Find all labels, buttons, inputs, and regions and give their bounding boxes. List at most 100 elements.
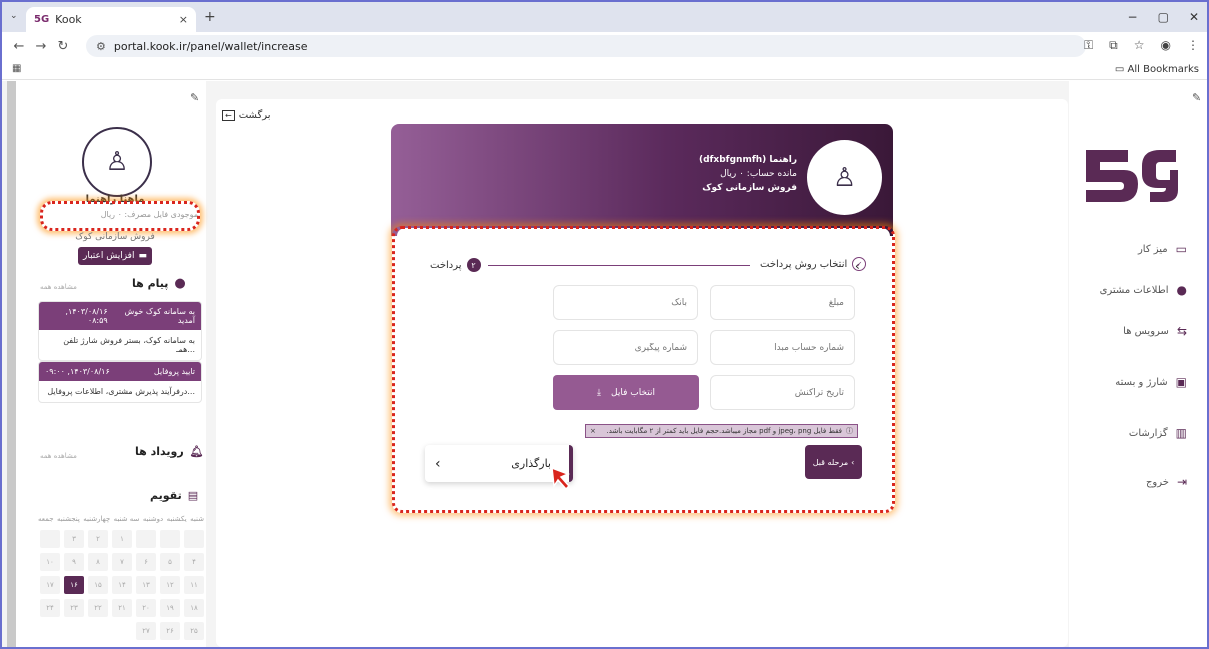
source-account-field[interactable] <box>710 330 855 365</box>
notice-text: فقط فایل jpeg، png و pdf مجاز میباشد.حجم… <box>606 427 842 435</box>
calendar-day[interactable]: ۲۷ <box>136 622 156 640</box>
bell-icon: 🔔︎ <box>189 445 204 458</box>
calendar-day[interactable]: ۱۳ <box>136 576 156 594</box>
site-settings-icon[interactable]: ⚙ <box>96 40 106 53</box>
events-see-all-link[interactable]: مشاهده همه <box>40 452 77 460</box>
message-card[interactable]: تایید پروفایل ۱۴۰۳/۰۸/۱۶, ۰۹:۰۰ درفرآیند … <box>38 361 202 403</box>
nav-item-charge[interactable]: ▣ شارژ و بسته <box>1115 375 1187 389</box>
upload-icon: ⤓ <box>597 387 601 398</box>
calendar-day[interactable]: ۱۱ <box>184 576 204 594</box>
url-field[interactable]: ⚙ portal.kook.ir/panel/wallet/increase <box>86 35 1086 57</box>
calendar-day[interactable]: ۲۰ <box>136 599 156 617</box>
calendar-day[interactable]: ۲۵ <box>184 622 204 640</box>
profile-company: فروش سازمانی کوک <box>702 183 797 193</box>
back-arrow-icon[interactable]: ← <box>8 39 30 54</box>
all-bookmarks-button[interactable]: ▭ All Bookmarks <box>1115 64 1199 75</box>
calendar-day[interactable]: ۲۱ <box>112 599 132 617</box>
bookmark-star-icon[interactable]: ☆ <box>1134 38 1145 53</box>
calendar-day[interactable]: ۹ <box>64 553 84 571</box>
messages-see-all-link[interactable]: مشاهده همه <box>40 283 77 291</box>
folder-icon: ▭ <box>1114 64 1128 75</box>
profile-avatar: ♙ <box>807 140 882 215</box>
choose-file-button[interactable]: ⤓ انتخاب فایل <box>553 375 699 410</box>
calendar-day[interactable]: ۱۰ <box>40 553 60 571</box>
calendar-day <box>184 530 204 548</box>
tab-list-button[interactable]: ⌄ <box>10 11 18 21</box>
address-bar: ← → ↻ ⚙ portal.kook.ir/panel/wallet/incr… <box>2 32 1207 60</box>
calendar-day[interactable]: ۱۷ <box>40 576 60 594</box>
check-icon: ✓ <box>852 257 867 271</box>
calendar-day[interactable]: ۲ <box>88 530 108 548</box>
logout-icon: ⇥ <box>1176 475 1187 489</box>
increase-credit-button[interactable]: افزایش اعتبار ▬ <box>78 247 152 265</box>
nav-item-desk[interactable]: ▭ میز کار <box>1138 242 1187 256</box>
calendar-day[interactable]: ۲۲ <box>88 599 108 617</box>
tab-bar: ⌄ 5G Kook × + − ▢ ✕ <box>2 2 1207 32</box>
calendar-day[interactable]: ۵ <box>160 553 180 571</box>
calendar-day[interactable]: ۱۵ <box>88 576 108 594</box>
amount-field[interactable] <box>710 285 855 320</box>
tab-close-icon[interactable]: × <box>179 13 188 26</box>
profile-icon[interactable]: ◉ <box>1161 38 1171 53</box>
apps-grid-icon[interactable]: ▦ <box>12 63 21 74</box>
forward-arrow-icon[interactable]: → <box>30 39 52 54</box>
choose-file-label: انتخاب فایل <box>611 387 655 398</box>
pin-icon[interactable]: ✎ <box>190 91 199 104</box>
calendar-day[interactable]: ۱۴ <box>112 576 132 594</box>
transaction-date-field[interactable] <box>710 375 855 410</box>
calendar-day[interactable]: ۱۸ <box>184 599 204 617</box>
new-tab-button[interactable]: + <box>204 9 216 25</box>
nav-item-customer-info[interactable]: ● اطلاعات مشتری <box>1100 283 1187 297</box>
bank-field[interactable] <box>553 285 698 320</box>
nav-item-logout[interactable]: ⇥ خروج <box>1146 475 1187 489</box>
mouse-cursor-icon <box>551 466 571 491</box>
close-window-button[interactable]: ✕ <box>1189 10 1199 24</box>
calendar-day[interactable]: ۲۳ <box>64 599 84 617</box>
events-title: رویداد ها <box>135 445 184 458</box>
calendar-day[interactable]: ۱۶ <box>64 576 84 594</box>
close-icon[interactable]: × <box>590 427 596 435</box>
pin-icon[interactable]: ✎ <box>1192 91 1201 104</box>
nav-item-services[interactable]: ⇆ سرویس ها <box>1123 324 1187 338</box>
calendar-day[interactable]: ۷ <box>112 553 132 571</box>
calendar-day[interactable]: ۴ <box>184 553 204 571</box>
upload-label: بارگذاری <box>511 457 551 470</box>
back-link[interactable]: ← برگشت <box>222 110 271 121</box>
chevron-left-icon[interactable]: ‹ <box>435 456 441 472</box>
calendar-day[interactable]: ۱ <box>112 530 132 548</box>
menu-dots-icon[interactable]: ⋮ <box>1187 38 1199 53</box>
minimize-button[interactable]: − <box>1128 10 1138 24</box>
nav-label: سرویس ها <box>1123 325 1169 337</box>
message-card[interactable]: به سامانه کوک خوش آمدید ۱۴۰۳/۰۸/۱۶, ۰۸:۵۹… <box>38 301 202 361</box>
wallet-icon: ▬ <box>138 251 147 261</box>
scrollbar[interactable] <box>7 81 16 647</box>
restore-button[interactable]: ▢ <box>1158 10 1169 24</box>
nav-item-reports[interactable]: ▥ گزارشات <box>1129 426 1187 440</box>
user-avatar: ♙ <box>82 127 152 197</box>
message-date: ۱۴۰۳/۰۸/۱۶, ۰۸:۵۹ <box>65 307 108 325</box>
calendar-day[interactable]: ۲۶ <box>160 622 180 640</box>
messages-heading: پیام ها ● <box>132 276 186 291</box>
calendar-title: تقویم <box>150 489 182 502</box>
calendar-day[interactable]: ۱۲ <box>160 576 180 594</box>
tracking-number-field[interactable] <box>553 330 698 365</box>
calendar-day[interactable]: ۱۹ <box>160 599 180 617</box>
calendar-weekdays: شنبه یکشنبه دوشنبه سه شنبه چهارشنبه پنجش… <box>38 515 204 523</box>
screenshot-icon[interactable]: ⧉ <box>1109 38 1118 53</box>
calendar-day[interactable]: ۶ <box>136 553 156 571</box>
nav-label: شارژ و بسته <box>1115 376 1168 388</box>
step2-number: ۲ <box>466 258 481 272</box>
calendar-day <box>160 530 180 548</box>
previous-step-label: مرحله قبل <box>812 457 849 467</box>
step-select-method[interactable]: ✓ انتخاب روش پرداخت <box>760 257 867 271</box>
file-notice: ⓘ فقط فایل jpeg، png و pdf مجاز میباشد.ح… <box>585 424 858 438</box>
calendar-day[interactable]: ۲۴ <box>40 599 60 617</box>
calendar-day[interactable]: ۳ <box>64 530 84 548</box>
message-body: درفرآیند پذیرش مشتری، اطلاعات پروفایل... <box>47 387 195 396</box>
password-key-icon[interactable]: ⚿ <box>1084 38 1093 53</box>
reload-icon[interactable]: ↻ <box>52 39 74 54</box>
calendar-day[interactable]: ۸ <box>88 553 108 571</box>
calendar-grid: ۱ ۲ ۳ ۴ ۵ ۶ ۷ ۸ ۹ ۱۰ ۱۱ ۱۲ ۱۳ ۱۴ ۱۵ ۱۶ ۱۷ ۱۸ ۱۹ ۲۰ ۲۱ ۲۲ ۲۳ ۲۴ ۲… <box>38 530 204 640</box>
browser-tab[interactable]: 5G Kook × <box>26 7 196 32</box>
previous-step-button[interactable]: مرحله قبل ‹ <box>805 445 862 479</box>
